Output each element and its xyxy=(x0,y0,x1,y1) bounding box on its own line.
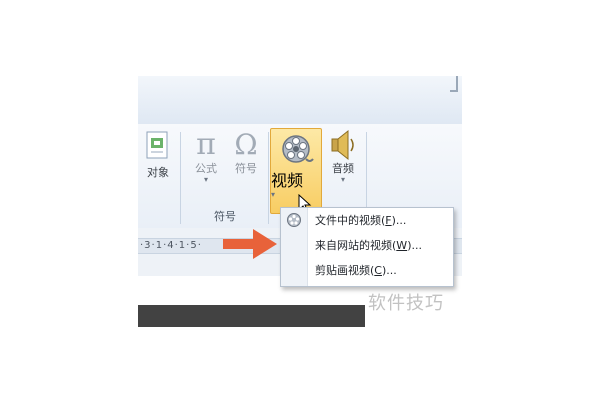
symbol-label: 符号 xyxy=(235,162,257,175)
menu-item-label: 文件中的视频(F)... xyxy=(315,209,406,233)
menu-item-video-from-file[interactable]: 文件中的视频(F)... xyxy=(281,209,453,233)
speaker-icon xyxy=(331,129,354,161)
video-dropdown-menu: 文件中的视频(F)... 来自网站的视频(W)... 剪贴画视频(C)... xyxy=(280,207,454,287)
formula-button[interactable]: π 公式 ▾ xyxy=(188,128,224,184)
menu-item-accesskey: C xyxy=(374,264,382,277)
menu-item-clip-art-video[interactable]: 剪贴画视频(C)... xyxy=(281,259,453,283)
chevron-down-icon: ▾ xyxy=(203,175,208,184)
group-label-symbols: 符号 xyxy=(214,210,236,223)
group-separator xyxy=(180,132,181,224)
object-button[interactable]: 对象 xyxy=(138,130,178,180)
menu-item-video-from-website[interactable]: 来自网站的视频(W)... xyxy=(281,234,453,258)
dark-bar xyxy=(138,305,365,327)
arrow-right-icon xyxy=(223,229,277,259)
formula-label: 公式 xyxy=(195,162,217,175)
ribbon-tab-bar xyxy=(138,76,462,125)
audio-button[interactable]: 音频 ▾ xyxy=(326,128,360,184)
menu-item-text: 来自网站的视频( xyxy=(315,239,397,252)
video-button[interactable]: 视频 ▾ xyxy=(270,128,322,214)
menu-item-text: 文件中的视频( xyxy=(315,214,386,227)
menu-item-accesskey: W xyxy=(396,239,408,252)
audio-label: 音频 xyxy=(332,162,354,175)
video-label: 视频 xyxy=(271,171,304,190)
chevron-down-icon: ▾ xyxy=(340,175,345,184)
menu-item-suffix: )... xyxy=(391,214,407,227)
menu-item-text: 剪贴画视频( xyxy=(315,264,375,277)
menu-item-suffix: )... xyxy=(407,239,422,252)
film-reel-icon xyxy=(282,135,314,163)
omega-icon: Ω xyxy=(234,128,258,161)
object-icon xyxy=(146,131,168,159)
group-separator xyxy=(268,132,269,224)
symbol-button[interactable]: Ω 符号 xyxy=(228,128,264,176)
window-corner xyxy=(450,76,458,92)
menu-item-label: 剪贴画视频(C)... xyxy=(315,259,397,283)
menu-item-suffix: )... xyxy=(381,264,397,277)
pi-icon: π xyxy=(196,127,216,162)
watermark: 软件技巧 xyxy=(368,293,444,314)
menu-item-label: 来自网站的视频(W)... xyxy=(315,234,422,258)
object-label: 对象 xyxy=(147,166,169,179)
